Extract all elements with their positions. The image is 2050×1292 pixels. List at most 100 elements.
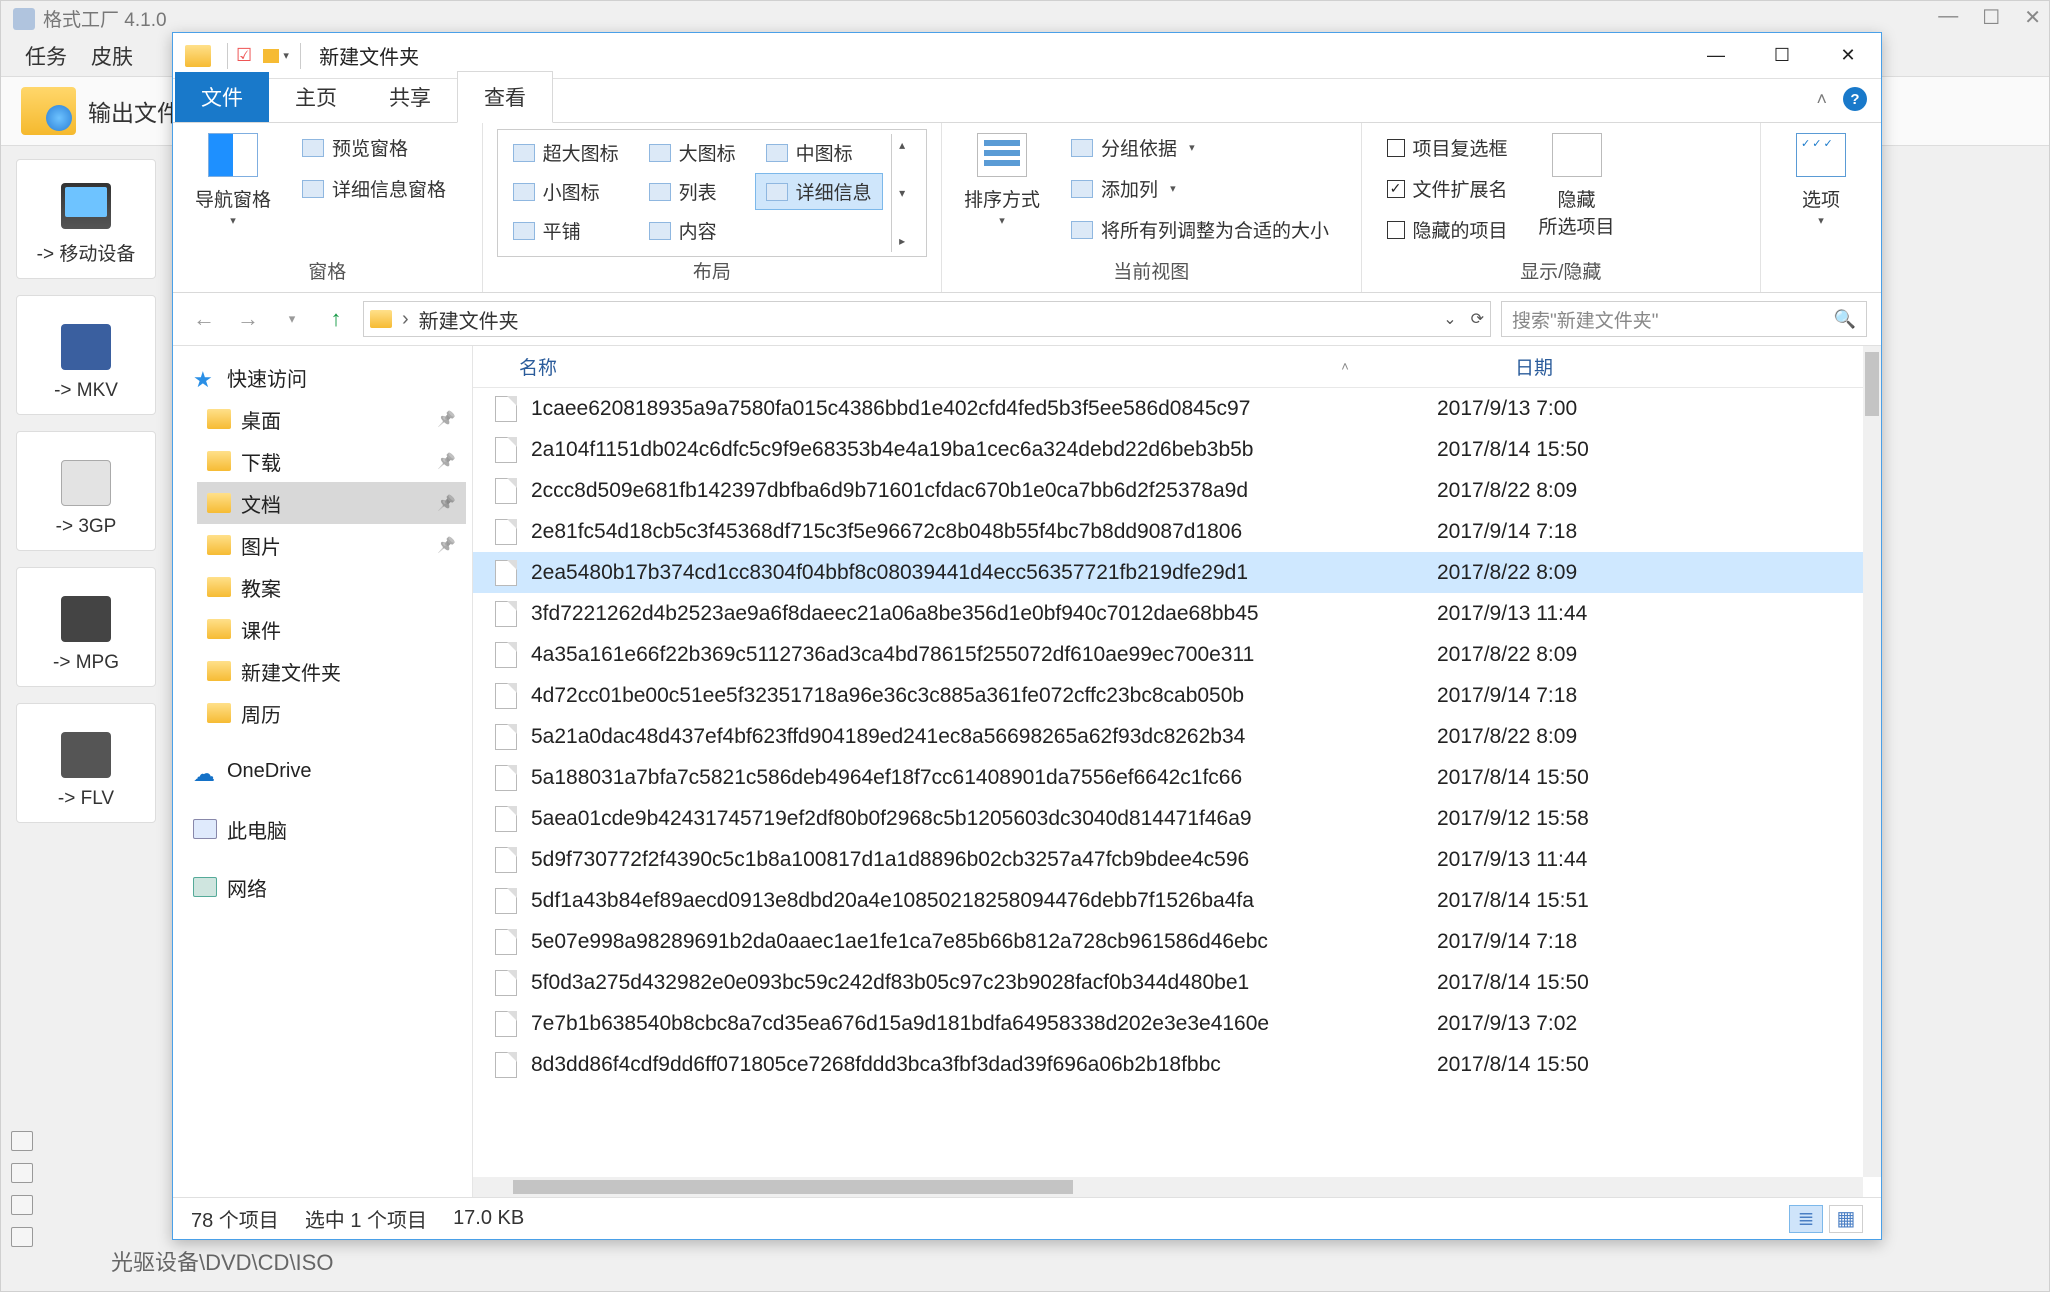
forward-button[interactable]: → [231,302,265,336]
history-dropdown[interactable]: ▾ [275,302,309,336]
file-row[interactable]: 5df1a43b84ef89aecd0913e8dbd20a4e10850218… [473,880,1863,921]
file-row[interactable]: 5a188031a7bfa7c5821c586deb4964ef18f7cc61… [473,757,1863,798]
file-row[interactable]: 8d3dd86f4cdf9dd6ff071805ce7268fddd3bca3f… [473,1044,1863,1085]
breadcrumb[interactable]: 新建文件夹 [419,305,519,334]
layout-small[interactable]: 小图标 [502,173,630,210]
layout-tiles[interactable]: 平铺 [502,212,630,249]
file-row[interactable]: 1caee620818935a9a7580fa015c4386bbd1e402c… [473,388,1863,429]
chevron-down-icon[interactable]: ⌄ [1443,309,1456,329]
hidden-items-toggle[interactable]: 隐藏的项目 [1376,211,1519,248]
ff-format-tile[interactable]: -> MPG [16,567,156,687]
file-icon [495,847,517,873]
tree-item[interactable]: 文档 [197,482,466,524]
view-details-button[interactable]: ≣ [1789,1205,1823,1233]
back-button[interactable]: ← [187,302,221,336]
vertical-scrollbar[interactable] [1863,346,1881,1177]
file-row[interactable]: 2ccc8d509e681fb142397dbfba6d9b71601cfdac… [473,470,1863,511]
qat-dropdown[interactable]: ▾ [256,44,296,68]
col-name[interactable]: 名称 [519,353,1175,380]
tree-item[interactable]: 桌面 [197,398,466,440]
file-row[interactable]: 5f0d3a275d432982e0e093bc59c242df83b05c97… [473,962,1863,1003]
horizontal-scrollbar[interactable] [473,1177,1863,1197]
hide-selected-button[interactable]: 隐藏 所选项目 [1531,129,1623,251]
layout-list[interactable]: 列表 [638,173,747,210]
preview-pane-button[interactable]: 预览窗格 [291,129,457,166]
sort-button[interactable]: 排序方式 ▾ [956,129,1048,251]
tree-item[interactable]: 新建文件夹 [197,650,466,692]
view-thumbs-button[interactable]: ▦ [1829,1205,1863,1233]
minimize-button[interactable]: — [1683,33,1749,79]
search-input[interactable]: 搜索"新建文件夹" 🔍 [1501,301,1867,337]
refresh-icon[interactable]: ⟳ [1471,309,1484,329]
up-button[interactable]: ↑ [319,302,353,336]
ff-format-tile[interactable]: -> MKV [16,295,156,415]
file-row[interactable]: 5aea01cde9b42431745719ef2df80b0f2968c5b1… [473,798,1863,839]
mini-icon[interactable] [11,1131,33,1151]
help-icon[interactable]: ? [1843,87,1867,111]
file-row[interactable]: 2a104f1151db024c6dfc5c9f9e68353b4e4a19ba… [473,429,1863,470]
file-row[interactable]: 5e07e998a98289691b2da0aaec1ae1fe1ca7e85b… [473,921,1863,962]
tree-network[interactable]: 网络 [183,866,466,908]
col-date[interactable]: 日期 [1515,353,1881,380]
options-button[interactable]: 选项 ▾ [1775,129,1867,256]
file-list[interactable]: 1caee620818935a9a7580fa015c4386bbd1e402c… [473,388,1863,1177]
nav-pane-button[interactable]: 导航窗格 ▾ [187,129,279,251]
qat-checkbox-icon[interactable]: ☑ [236,45,252,66]
layout-medium[interactable]: 中图标 [755,134,883,171]
layout-content[interactable]: 内容 [638,212,747,249]
ff-menu-skin[interactable]: 皮肤 [91,41,133,71]
maximize-button[interactable]: ☐ [1749,33,1815,79]
ff-title-text: 格式工厂 4.1.0 [43,5,167,32]
tree-quick-access[interactable]: ★快速访问 [183,356,466,398]
address-bar[interactable]: › 新建文件夹 ⌄ ⟳ [363,301,1491,337]
folder-icon [370,310,392,328]
file-row[interactable]: 2e81fc54d18cb5c3f45368df715c3f5e96672c8b… [473,511,1863,552]
mini-icon[interactable] [11,1195,33,1215]
ff-close-icon[interactable]: ✕ [2024,5,2041,30]
ff-bottom-label: 光驱设备\DVD\CD\ISO [111,1245,333,1277]
file-row[interactable]: 2ea5480b17b374cd1cc8304f04bbf8c08039441d… [473,552,1863,593]
tree-onedrive[interactable]: ☁OneDrive [183,750,466,792]
tab-file[interactable]: 文件 [175,72,269,122]
ff-format-tile[interactable]: -> FLV [16,703,156,823]
file-row[interactable]: 5a21a0dac48d437ef4bf623ffd904189ed241ec8… [473,716,1863,757]
ff-format-tile[interactable]: -> 3GP [16,431,156,551]
tree-thispc[interactable]: 此电脑 [183,808,466,850]
tab-share[interactable]: 共享 [363,72,457,122]
file-date: 2017/9/14 7:18 [1437,520,1863,544]
tab-view[interactable]: 查看 [457,71,553,123]
mini-icon[interactable] [11,1227,33,1247]
ff-menu-task[interactable]: 任务 [25,41,67,71]
collapse-ribbon-icon[interactable]: ˄ [1816,89,1827,110]
ff-format-tile[interactable]: -> 移动设备 [16,159,156,279]
output-folder-icon[interactable] [21,87,76,135]
item-checkboxes-toggle[interactable]: 项目复选框 [1376,129,1519,166]
tree-item[interactable]: 课件 [197,608,466,650]
file-row[interactable]: 4d72cc01be00c51ee5f32351718a96e36c3c885a… [473,675,1863,716]
file-row[interactable]: 7e7b1b638540b8cbc8a7cd35ea676d15a9d181bd… [473,1003,1863,1044]
mini-icon[interactable] [11,1163,33,1183]
ff-max-icon[interactable]: ☐ [1982,5,2000,30]
layout-large[interactable]: 大图标 [638,134,747,171]
file-row[interactable]: 5d9f730772f2f4390c5c1b8a100817d1a1d8896b… [473,839,1863,880]
group-by-button[interactable]: 分组依据 ▾ [1060,129,1340,166]
gallery-scroll[interactable]: ▴▾▸ [891,134,913,252]
tree-item[interactable]: 下载 [197,440,466,482]
size-columns-button[interactable]: 将所有列调整为合适的大小 [1060,211,1340,248]
tree-item[interactable]: 教案 [197,566,466,608]
tree-item[interactable]: 周历 [197,692,466,734]
scroll-thumb[interactable] [1865,352,1879,416]
close-button[interactable]: ✕ [1815,33,1881,79]
ff-min-icon[interactable]: — [1938,5,1958,30]
add-columns-button[interactable]: 添加列 ▾ [1060,170,1340,207]
scroll-thumb[interactable] [513,1180,1073,1194]
layout-details[interactable]: 详细信息 [755,173,883,210]
tab-home[interactable]: 主页 [269,72,363,122]
file-date: 2017/9/14 7:18 [1437,684,1863,708]
file-row[interactable]: 4a35a161e66f22b369c5112736ad3ca4bd78615f… [473,634,1863,675]
layout-xlarge[interactable]: 超大图标 [502,134,630,171]
file-row[interactable]: 3fd7221262d4b2523ae9a6f8daeec21a06a8be35… [473,593,1863,634]
tree-item[interactable]: 图片 [197,524,466,566]
details-pane-button[interactable]: 详细信息窗格 [291,170,457,207]
file-ext-toggle[interactable]: ✓文件扩展名 [1376,170,1519,207]
